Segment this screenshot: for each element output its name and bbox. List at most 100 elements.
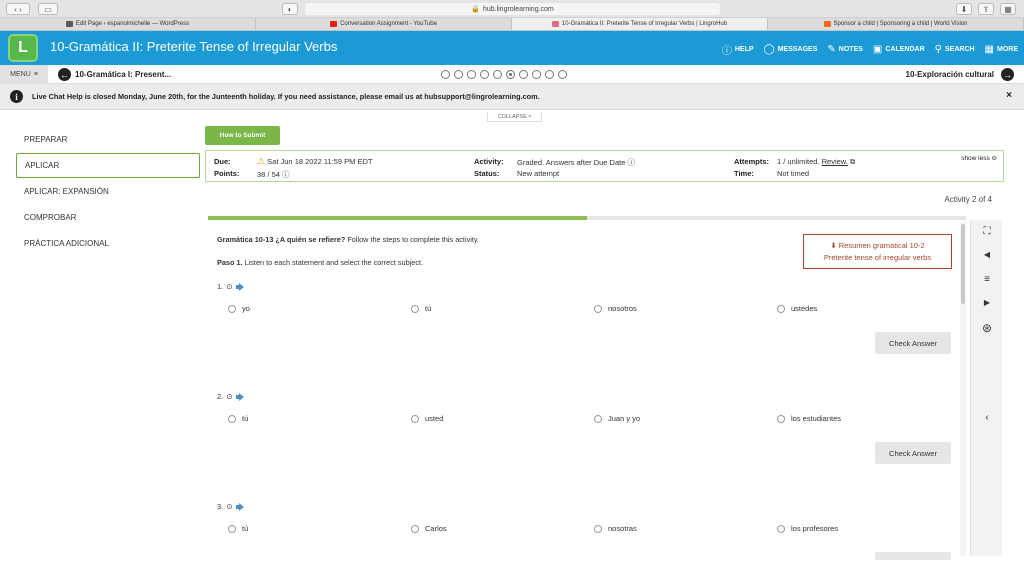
- sidebar-item-preparar[interactable]: PREPARAR: [16, 127, 200, 152]
- nav-help[interactable]: ⓘ HELP: [722, 42, 754, 57]
- radio-button[interactable]: [777, 414, 785, 423]
- radio-button[interactable]: [411, 524, 419, 533]
- sidebar-item-aplicar-expansion[interactable]: APLICAR: EXPANSIÓN: [16, 179, 200, 204]
- info-icon[interactable]: ⓘ: [282, 170, 290, 179]
- how-to-submit-button[interactable]: How to Submit: [205, 126, 280, 145]
- tabs-overview-icon[interactable]: ▦: [1000, 3, 1016, 15]
- answer-option[interactable]: ustedes: [777, 304, 817, 313]
- nav-search[interactable]: ⚲ SEARCH: [935, 42, 975, 57]
- arrow-left-icon[interactable]: ←: [58, 68, 71, 81]
- option-label: los estudiantes: [791, 414, 842, 423]
- answer-option[interactable]: Juan y yo: [594, 414, 640, 423]
- progress-dot[interactable]: [545, 70, 554, 79]
- show-less-toggle[interactable]: show less ⊖: [961, 154, 997, 162]
- info-icon[interactable]: ⓘ: [627, 158, 635, 167]
- scrollbar-thumb[interactable]: [961, 224, 965, 304]
- show-less-label: show less: [961, 155, 990, 162]
- lingro-logo[interactable]: L: [8, 34, 38, 62]
- nav-notes[interactable]: ✎ NOTES: [827, 42, 863, 57]
- sidebar-toggle-button[interactable]: ▭: [38, 3, 58, 15]
- progress-dot[interactable]: [532, 70, 541, 79]
- check-answer-button[interactable]: Check Answer: [875, 332, 951, 354]
- status-value: New attempt: [517, 169, 560, 178]
- url-text: hub.lingrolearning.com: [482, 5, 554, 13]
- radio-button[interactable]: [594, 524, 602, 533]
- progress-dot[interactable]: [493, 70, 502, 79]
- progress-dot[interactable]: [480, 70, 489, 79]
- nav-calendar[interactable]: ▣ CALENDAR: [873, 42, 925, 57]
- answer-option[interactable]: nosotras: [594, 524, 637, 533]
- close-icon[interactable]: ×: [1006, 90, 1012, 101]
- radio-button[interactable]: [411, 304, 419, 313]
- answer-option[interactable]: los profesores: [777, 524, 838, 533]
- chat-icon: ◯: [763, 44, 775, 55]
- radio-button[interactable]: [777, 304, 785, 313]
- review-link[interactable]: Review.: [822, 157, 848, 166]
- progress-dot[interactable]: [454, 70, 463, 79]
- radio-button[interactable]: [228, 524, 236, 533]
- step-label: Paso 1.: [217, 258, 243, 267]
- external-link-icon[interactable]: ⧉: [850, 157, 855, 166]
- next-lesson-link[interactable]: 10-Exploración cultural: [906, 70, 994, 79]
- answer-option[interactable]: tú: [228, 524, 248, 533]
- speaker-icon[interactable]: [235, 392, 247, 401]
- answer-option[interactable]: tú: [411, 304, 431, 313]
- status-label: Status:: [474, 169, 500, 178]
- url-bar[interactable]: 🔒 hub.lingrolearning.com: [305, 3, 720, 15]
- chevron-left-icon[interactable]: ‹: [971, 412, 1003, 423]
- question-number: 3.: [217, 502, 224, 511]
- scrollbar[interactable]: [960, 222, 966, 556]
- activity-title: Gramática 10-13 ¿A quién se refiere? Fol…: [217, 235, 479, 244]
- prev-lesson-link[interactable]: 10-Gramática I: Present...: [75, 70, 171, 79]
- nav-messages[interactable]: ◯ MESSAGES: [764, 42, 818, 57]
- nav-more[interactable]: ▦ MORE: [985, 42, 1018, 57]
- browser-tab[interactable]: Edit Page ‹ espanolmichelle — WordPress: [0, 18, 256, 30]
- sidebar-item-practica-adicional[interactable]: PRÁCTICA ADICIONAL: [16, 231, 200, 256]
- answer-option[interactable]: los estudiantes: [777, 414, 841, 423]
- progress-dot[interactable]: [467, 70, 476, 79]
- triangle-right-icon[interactable]: ▶: [971, 298, 1003, 307]
- shield-icon[interactable]: ◐: [282, 3, 298, 15]
- check-answer-button[interactable]: Check Answer: [875, 442, 951, 464]
- check-answer-button[interactable]: Check Answer: [875, 552, 951, 560]
- radio-button[interactable]: [594, 304, 602, 313]
- speaker-icon[interactable]: [235, 282, 247, 291]
- progress-dot[interactable]: [558, 70, 567, 79]
- radio-button[interactable]: [594, 414, 602, 423]
- answer-option[interactable]: nosotros: [594, 304, 637, 313]
- radio-button[interactable]: [228, 304, 236, 313]
- menu-button[interactable]: MENU ≡: [0, 65, 48, 84]
- radio-target-icon: ⊙: [226, 502, 233, 511]
- answer-option[interactable]: yo: [228, 304, 250, 313]
- list-icon[interactable]: ≡: [971, 274, 1003, 285]
- sidebar-item-aplicar[interactable]: APLICAR: [16, 153, 200, 178]
- fullscreen-icon[interactable]: ⛶: [971, 226, 1003, 237]
- grammar-summary-button[interactable]: ⬇ Resumen gramatical 10-2 Preterite tens…: [803, 234, 952, 269]
- speaker-icon[interactable]: [235, 502, 247, 511]
- answer-option[interactable]: Carlos: [411, 524, 447, 533]
- grid-icon: ▦: [984, 44, 994, 55]
- browser-tab-active[interactable]: 10-Gramática II: Preterite Tense of Irre…: [512, 18, 768, 30]
- accessibility-icon[interactable]: ⊛: [971, 321, 1003, 335]
- activity-content: Gramática 10-13 ¿A quién se refiere? Fol…: [210, 224, 960, 560]
- radio-button[interactable]: [228, 414, 236, 423]
- progress-dot[interactable]: [519, 70, 528, 79]
- time-value: Not timed: [777, 169, 810, 178]
- radio-button[interactable]: [777, 524, 785, 533]
- progress-dot[interactable]: [441, 70, 450, 79]
- browser-tab[interactable]: Conversation Assignment - YouTube: [256, 18, 512, 30]
- nav-label: MORE: [997, 46, 1018, 53]
- answer-option[interactable]: usted: [411, 414, 443, 423]
- triangle-left-icon[interactable]: ◀: [971, 250, 1003, 259]
- tab-label: 10-Gramática II: Preterite Tense of Irre…: [561, 21, 728, 27]
- browser-tab[interactable]: Sponsor a child | Sponsoring a child | W…: [768, 18, 1024, 30]
- back-forward-buttons[interactable]: ‹ ›: [6, 3, 30, 15]
- share-icon[interactable]: ⇪: [978, 3, 994, 15]
- arrow-right-icon[interactable]: →: [1001, 68, 1014, 81]
- radio-button[interactable]: [411, 414, 419, 423]
- answer-option[interactable]: tú: [228, 414, 248, 423]
- progress-dot-current[interactable]: [506, 70, 515, 79]
- sidebar-item-comprobar[interactable]: COMPROBAR: [16, 205, 200, 230]
- download-icon[interactable]: ⬇: [956, 3, 972, 15]
- collapse-button[interactable]: COLLAPSE ≈: [487, 112, 542, 122]
